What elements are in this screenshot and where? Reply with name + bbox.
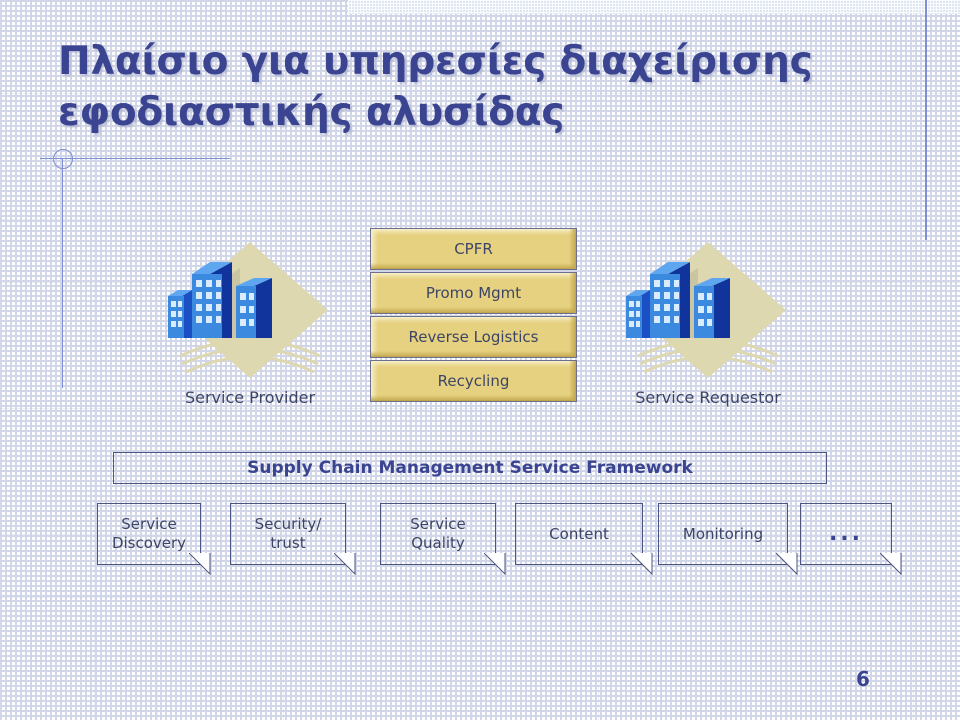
stack-item-label: Promo Mgmt — [425, 284, 522, 302]
service-box-line1: Monitoring — [682, 524, 764, 543]
decorative-circle-icon — [53, 149, 73, 169]
stack-item-cpfr[interactable]: CPFR — [370, 228, 577, 270]
service-box-more[interactable]: ... — [800, 503, 902, 575]
stack-item-recycling[interactable]: Recycling — [370, 360, 577, 402]
service-box-line1: ... — [828, 521, 864, 547]
service-box-label: Service Quality — [381, 504, 495, 564]
slide-canvas: Πλαίσιο για υπηρεσίες διαχείρισης εφοδια… — [0, 0, 960, 720]
service-box-line2: trust — [270, 534, 306, 552]
page-title: Πλαίσιο για υπηρεσίες διαχείρισης εφοδια… — [58, 39, 813, 136]
right-vertical-rule — [925, 0, 927, 240]
page-number: 6 — [856, 667, 870, 691]
left-vertical-rule — [62, 158, 63, 388]
stack-item-reverse-logistics[interactable]: Reverse Logistics — [370, 316, 577, 358]
service-box-content[interactable]: Content — [515, 503, 653, 575]
service-box-label: Monitoring — [659, 504, 787, 564]
stack-item-label: CPFR — [454, 240, 493, 258]
service-provider-graphic: Service Provider — [160, 238, 340, 423]
service-box-line2: Discovery — [111, 534, 187, 552]
office-buildings-icon — [626, 242, 786, 378]
stack-item-label: Reverse Logistics — [408, 328, 539, 346]
service-box-label: Service Discovery — [98, 504, 200, 564]
stack-item-label: Recycling — [437, 372, 510, 390]
scm-process-stack: CPFR Promo Mgmt Reverse Logistics Recycl… — [370, 228, 577, 404]
service-box-monitoring[interactable]: Monitoring — [658, 503, 798, 575]
service-box-label: Security/ trust — [231, 504, 345, 564]
framework-bar[interactable]: Supply Chain Management Service Framewor… — [113, 452, 827, 484]
service-box-service-quality[interactable]: Service Quality — [380, 503, 506, 575]
service-box-line1: Security/ — [254, 515, 322, 534]
service-box-line1: Service — [121, 515, 177, 534]
service-box-service-discovery[interactable]: Service Discovery — [97, 503, 211, 575]
service-box-security-trust[interactable]: Security/ trust — [230, 503, 356, 575]
service-box-line1: Service — [410, 515, 466, 534]
service-requestor-label: Service Requestor — [635, 388, 781, 407]
office-buildings-icon — [168, 242, 328, 378]
stack-item-promo-mgmt[interactable]: Promo Mgmt — [370, 272, 577, 314]
service-provider-label: Service Provider — [184, 388, 316, 407]
framework-bar-label: Supply Chain Management Service Framewor… — [247, 458, 693, 478]
top-decorative-band — [348, 0, 960, 14]
service-box-line1: Content — [549, 524, 609, 543]
service-box-label: ... — [801, 504, 891, 564]
service-box-label: Content — [516, 504, 642, 564]
service-box-line2: Quality — [411, 534, 465, 552]
service-requestor-graphic: Service Requestor — [618, 238, 798, 423]
